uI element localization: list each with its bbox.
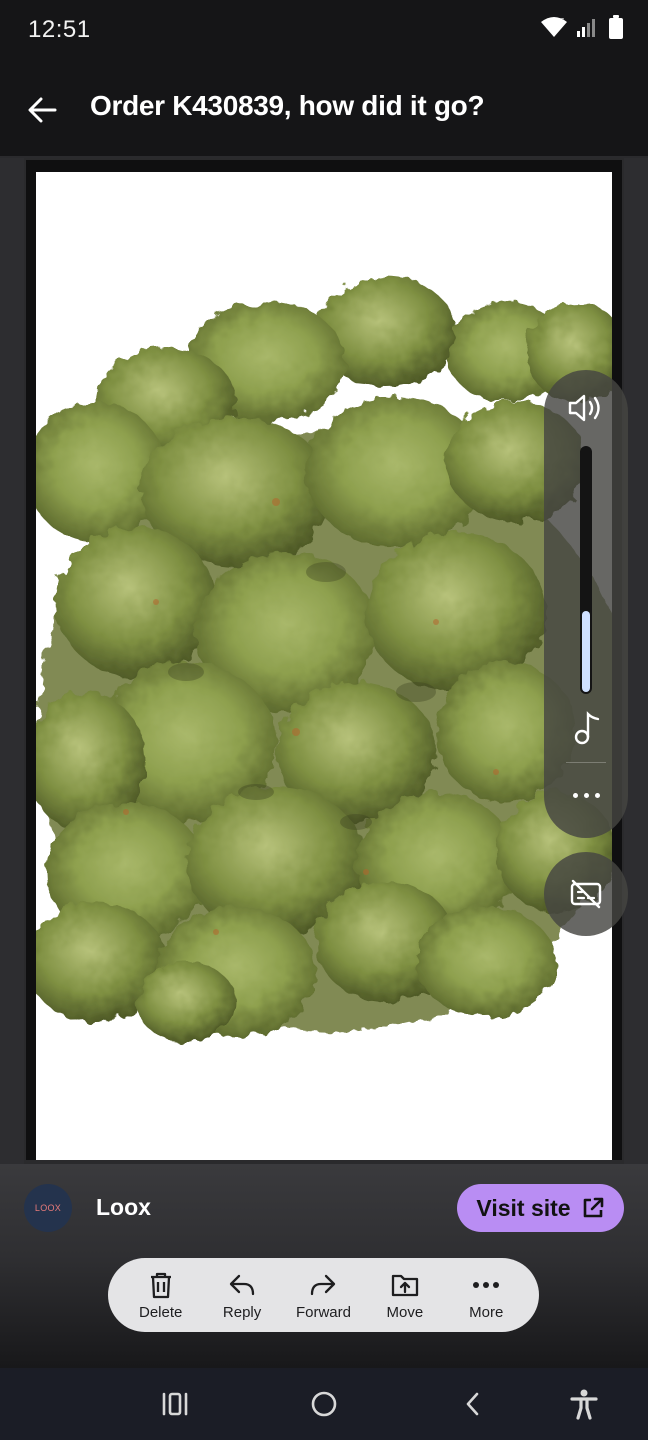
visit-site-label: Visit site: [476, 1194, 571, 1221]
avatar[interactable]: LOOX: [24, 1184, 72, 1232]
reply-label: Reply: [222, 1303, 262, 1321]
delete-button[interactable]: Delete: [122, 1270, 200, 1321]
forward-button[interactable]: Forward: [284, 1270, 362, 1321]
live-caption-button[interactable]: [544, 852, 628, 936]
visit-site-button[interactable]: Visit site: [457, 1184, 624, 1232]
caption-off-icon: [570, 879, 602, 909]
status-time: 12:51: [28, 16, 91, 43]
volume-more-button[interactable]: [566, 780, 606, 810]
battery-icon: [609, 15, 623, 39]
more-icon: [473, 1281, 500, 1288]
speaker-icon: [568, 394, 600, 422]
accessibility-button[interactable]: [566, 1386, 602, 1422]
delete-label: Delete: [139, 1303, 183, 1321]
navigation-bar: [0, 1368, 648, 1440]
dot: [594, 792, 600, 798]
home-icon: [311, 1391, 337, 1417]
forward-icon: [311, 1274, 336, 1295]
header: Order K430839, how did it go?: [0, 62, 648, 158]
home-button[interactable]: [306, 1386, 342, 1422]
dot: [572, 792, 578, 798]
status-icons: 6: [540, 14, 624, 40]
recent-apps-button[interactable]: [157, 1386, 193, 1422]
external-link-icon: [583, 1197, 603, 1218]
back-button[interactable]: [22, 90, 62, 130]
product-image[interactable]: [36, 172, 612, 1160]
recent-apps-icon: [162, 1392, 188, 1416]
action-bar: Delete Reply Forward Move More: [108, 1258, 539, 1332]
move-button[interactable]: Move: [366, 1270, 444, 1321]
move-icon: [391, 1274, 419, 1296]
more-label: More: [469, 1303, 504, 1321]
signal-icon: [577, 19, 595, 37]
arrow-left-icon: [28, 97, 57, 123]
reply-button[interactable]: Reply: [203, 1270, 281, 1321]
wifi-icon: 6: [541, 17, 567, 37]
more-button[interactable]: More: [447, 1270, 525, 1321]
volume-button[interactable]: [566, 390, 606, 426]
volume-slider[interactable]: [580, 446, 592, 694]
music-note-icon: [574, 711, 600, 745]
trash-icon: [150, 1272, 171, 1298]
svg-text:6: 6: [560, 17, 565, 26]
volume-divider: [566, 762, 606, 763]
volume-panel: [544, 370, 628, 838]
sender-name[interactable]: Loox: [96, 1194, 151, 1221]
cannabis-buds-illustration: [36, 172, 612, 1160]
back-icon: [466, 1392, 479, 1416]
dot: [583, 792, 589, 798]
media-volume-button[interactable]: [572, 710, 602, 746]
content-gutter-left: [0, 158, 24, 1164]
status-bar: 12:51 6: [0, 0, 648, 62]
accessibility-icon: [570, 1389, 598, 1420]
forward-label: Forward: [295, 1303, 351, 1321]
volume-slider-fill: [582, 611, 590, 692]
page-title: Order K430839, how did it go?: [90, 90, 485, 121]
move-label: Move: [386, 1303, 424, 1321]
reply-icon: [229, 1274, 255, 1295]
nav-back-button[interactable]: [455, 1386, 491, 1422]
